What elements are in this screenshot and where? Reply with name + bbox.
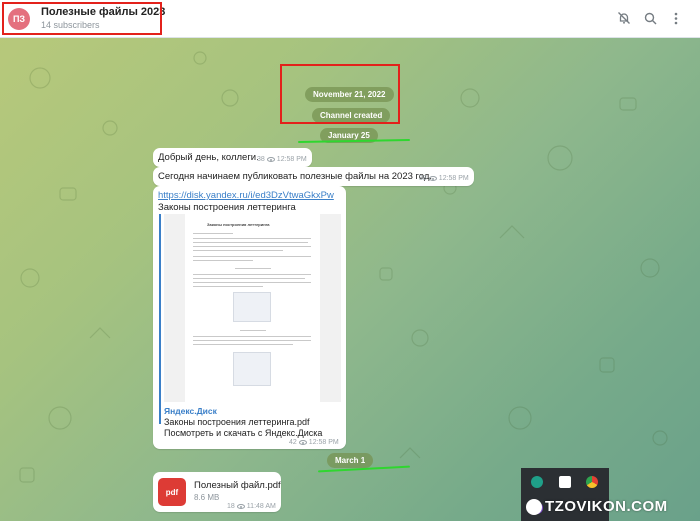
channel-created-notice: Channel created xyxy=(312,108,391,123)
preview-description: Посмотреть и скачать с Яндекс.Диска xyxy=(164,428,323,438)
link-preview-image[interactable]: Законы построения леттеринга xyxy=(164,214,341,402)
file-name[interactable]: Полезный файл.pdf xyxy=(194,480,281,491)
document-figure xyxy=(233,292,271,322)
preview-title[interactable]: Законы построения леттеринга.pdf xyxy=(164,417,310,427)
message-time: 12:58 PM xyxy=(276,156,307,163)
message-link[interactable]: https://disk.yandex.ru/i/ed3DzVtwaGkxPw xyxy=(158,190,334,201)
eye-icon xyxy=(236,504,245,509)
channel-header: ПЗ Полезные файлы 2023 14 subscribers xyxy=(0,0,700,38)
watermark: TZOVIKON.COM xyxy=(545,498,668,515)
channel-title[interactable]: Полезные файлы 2023 xyxy=(41,6,165,18)
message-text: Сегодня начинаем публиковать полезные фа… xyxy=(158,171,433,182)
eye-icon xyxy=(428,176,437,181)
mute-icon[interactable] xyxy=(616,10,632,26)
message-meta: 38 12:58 PM xyxy=(257,156,307,163)
message-meta: 18 11:48 AM xyxy=(227,503,276,510)
watermark-logo-icon xyxy=(526,499,542,515)
view-count: 18 xyxy=(227,503,235,510)
message-time: 12:58 PM xyxy=(308,439,339,446)
eye-icon xyxy=(266,157,275,162)
shield-icon[interactable] xyxy=(559,476,571,488)
more-icon[interactable] xyxy=(668,10,684,26)
message-text: Добрый день, коллеги. xyxy=(158,152,259,163)
date-separator: November 21, 2022 xyxy=(305,87,394,102)
message-time: 12:58 PM xyxy=(438,175,469,182)
chrome-icon[interactable] xyxy=(586,476,598,488)
document-heading: Законы построения леттеринга xyxy=(207,222,270,227)
message-meta: 42 12:58 PM xyxy=(289,439,339,446)
pdf-file-icon[interactable]: pdf xyxy=(158,478,186,506)
view-count: 38 xyxy=(419,175,427,182)
date-separator: March 1 xyxy=(327,453,374,468)
message-text: Законы построения леттеринга xyxy=(158,202,296,213)
link-preview-bar xyxy=(159,214,161,424)
security-icon[interactable] xyxy=(531,476,543,488)
channel-avatar[interactable]: ПЗ xyxy=(8,8,30,30)
view-count: 38 xyxy=(257,156,265,163)
eye-icon xyxy=(298,440,307,445)
document-figure xyxy=(233,352,271,386)
message-time: 11:48 AM xyxy=(246,503,276,510)
subscriber-count: 14 subscribers xyxy=(41,20,100,30)
preview-site-name: Яндекс.Диск xyxy=(164,406,217,416)
view-count: 42 xyxy=(289,439,297,446)
file-size: 8.6 MB xyxy=(194,493,220,502)
message-meta: 38 12:58 PM xyxy=(419,175,469,182)
search-icon[interactable] xyxy=(642,10,658,26)
document-page: Законы построения леттеринга xyxy=(185,214,320,402)
